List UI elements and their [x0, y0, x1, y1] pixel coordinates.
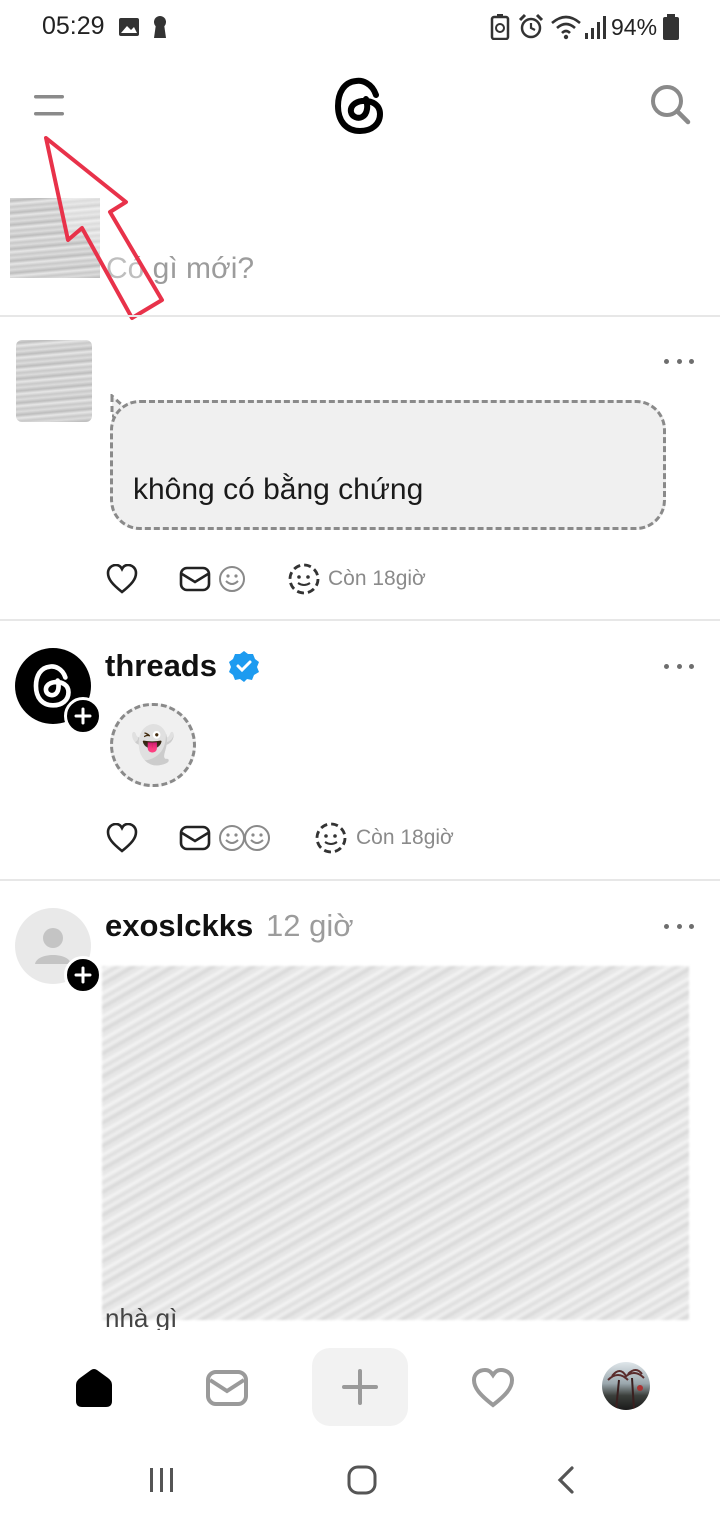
search-button[interactable]	[646, 80, 694, 128]
system-recents-button[interactable]	[140, 1460, 184, 1500]
battery-saver-icon	[490, 14, 510, 40]
divider	[0, 315, 720, 317]
note-remaining-time: Còn 18giờ	[356, 826, 454, 849]
threads-logo-button[interactable]	[330, 74, 390, 138]
activity-heart-icon	[471, 1368, 515, 1408]
palm-tree-icon	[607, 1369, 645, 1410]
blurred-post-content	[102, 966, 689, 1320]
more-options-button[interactable]	[664, 661, 694, 671]
post-avatar[interactable]	[16, 340, 92, 422]
note-timer-icon	[315, 822, 347, 854]
note-text: không có bằng chứng	[133, 473, 424, 506]
alarm-icon	[518, 13, 544, 39]
ghost-emoji: 👻	[130, 724, 176, 765]
mail-icon	[179, 825, 211, 851]
search-icon	[651, 85, 691, 125]
home-icon	[76, 1369, 112, 1407]
follow-plus-button[interactable]	[64, 956, 102, 994]
back-icon	[557, 1466, 574, 1494]
keyhole-icon	[154, 16, 166, 38]
note-bubble[interactable]: không có bằng chứng	[110, 400, 666, 530]
message-button[interactable]	[178, 822, 212, 854]
recents-icon	[150, 1468, 173, 1492]
post-time: 12 giờ	[266, 908, 354, 943]
home-circle-icon	[347, 1465, 377, 1495]
nav-activity[interactable]	[466, 1362, 520, 1414]
message-button[interactable]	[178, 563, 212, 595]
smiley-icon	[219, 825, 245, 851]
annotation-arrow-icon	[44, 136, 164, 320]
signal-icon	[585, 16, 606, 39]
plus-icon	[74, 966, 92, 984]
plus-icon	[74, 707, 92, 725]
more-options-button[interactable]	[664, 356, 694, 366]
nav-home[interactable]	[66, 1362, 122, 1414]
inbox-icon	[206, 1370, 248, 1406]
image-icon	[119, 18, 139, 36]
status-time: 05:29	[42, 12, 105, 40]
verified-badge-icon	[229, 651, 259, 682]
profile-avatar[interactable]	[602, 1362, 650, 1410]
nav-inbox[interactable]	[200, 1362, 254, 1414]
create-plus-icon	[342, 1369, 378, 1405]
divider	[0, 619, 720, 621]
hamburger-menu-button[interactable]	[28, 84, 70, 124]
hamburger-menu-icon	[34, 95, 64, 116]
smiley-icon	[219, 566, 245, 592]
more-options-button[interactable]	[664, 921, 694, 931]
smiley-icon	[244, 825, 270, 851]
system-back-button[interactable]	[544, 1460, 588, 1500]
post-partial-text: nhà gì	[105, 1308, 178, 1330]
heart-icon	[106, 564, 138, 594]
post-username[interactable]: exoslckks	[105, 908, 253, 944]
divider	[0, 879, 720, 881]
note-remaining-time: Còn 18giờ	[328, 567, 426, 590]
note-timer-icon	[288, 563, 320, 595]
threads-logo-icon	[334, 77, 384, 135]
mail-icon	[179, 566, 211, 592]
wifi-icon	[551, 15, 581, 40]
emoji-note-bubble[interactable]: 👻	[110, 703, 196, 787]
system-home-button[interactable]	[340, 1460, 384, 1500]
battery-icon	[663, 14, 679, 40]
like-button[interactable]	[104, 821, 140, 855]
follow-plus-button[interactable]	[64, 697, 102, 735]
battery-percent: 94%	[611, 14, 658, 40]
nav-create[interactable]	[312, 1348, 408, 1426]
like-button[interactable]	[104, 562, 140, 596]
heart-icon	[106, 823, 138, 853]
post-username[interactable]: threads	[105, 648, 217, 684]
